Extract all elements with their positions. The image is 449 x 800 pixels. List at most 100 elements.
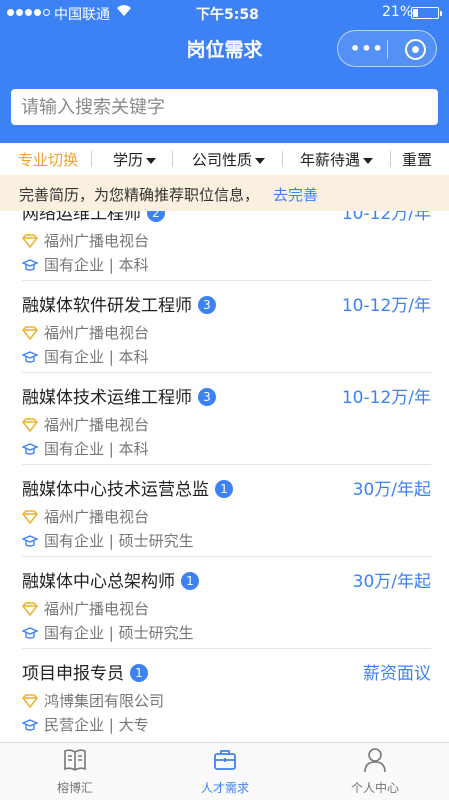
caret-down-icon	[363, 157, 374, 164]
openings-badge: 2	[147, 211, 165, 222]
job-item[interactable]: 融媒体软件研发工程师 3 10-12万/年 福州广播电视台 国有企业 | 本科	[0, 281, 449, 373]
filter-education[interactable]: 学历	[113, 149, 157, 170]
filter-divider	[172, 151, 173, 167]
openings-badge: 1	[181, 572, 199, 590]
job-company: 福州广播电视台	[44, 508, 150, 526]
graduation-cap-icon	[22, 627, 38, 639]
resume-notice: 完善简历，为您精确推荐职位信息， 去完善	[0, 175, 449, 211]
job-company: 福州广播电视台	[44, 324, 150, 342]
diamond-icon	[22, 418, 38, 432]
job-title: 融媒体中心技术运营总监	[22, 480, 209, 500]
job-list: 网络运维工程师 2 10-12万/年 福州广播电视台 国有企业 | 本科 融媒体软…	[0, 211, 449, 742]
job-title: 融媒体中心总架构师	[22, 572, 175, 592]
job-salary: 30万/年起	[352, 572, 431, 592]
more-menu-button[interactable]: •••	[350, 39, 384, 58]
job-company: 福州广播电视台	[44, 416, 150, 434]
job-salary: 30万/年起	[352, 480, 431, 500]
graduation-cap-icon	[22, 351, 38, 363]
job-meta-row: 国有企业 | 硕士研究生	[22, 622, 194, 643]
job-title: 项目申报专员	[22, 664, 124, 684]
tab-bar: 榕博汇 人才需求 个人中心	[0, 742, 449, 800]
openings-badge: 1	[130, 664, 148, 682]
job-company-row: 福州广播电视台	[22, 230, 149, 251]
diamond-icon	[22, 694, 38, 708]
tab-label: 个人中心	[350, 781, 399, 795]
filter-reset-button[interactable]: 重置	[402, 149, 432, 170]
job-item[interactable]: 项目申报专员 1 薪资面议 鸿博集团有限公司 民营企业 | 大专	[0, 649, 449, 741]
job-item[interactable]: 网络运维工程师 2 10-12万/年 福州广播电视台 国有企业 | 本科	[0, 211, 449, 281]
job-meta-row: 国有企业 | 硕士研究生	[22, 530, 194, 551]
wifi-icon	[117, 5, 131, 16]
job-company-row: 福州广播电视台	[22, 414, 149, 435]
diamond-icon	[22, 510, 38, 524]
status-bar: 中国联通 下午5:58 21%	[0, 0, 449, 26]
job-title-row: 融媒体技术运维工程师 3	[22, 383, 216, 408]
job-meta: 国有企业 | 硕士研究生	[44, 532, 194, 550]
job-meta: 国有企业 | 本科	[44, 256, 149, 274]
job-item[interactable]: 融媒体中心技术运营总监 1 30万/年起 福州广播电视台 国有企业 | 硕士研究生	[0, 465, 449, 557]
openings-badge: 1	[215, 480, 233, 498]
search-input[interactable]	[11, 89, 438, 125]
caret-down-icon	[146, 157, 157, 164]
job-company: 鸿博集团有限公司	[44, 692, 165, 710]
job-meta: 民营企业 | 大专	[44, 716, 149, 734]
filter-major[interactable]: 专业切换	[18, 149, 78, 170]
capsule-divider	[387, 40, 388, 59]
job-company-row: 福州广播电视台	[22, 322, 149, 343]
tab-talent-demand[interactable]: 人才需求	[150, 743, 300, 800]
complete-resume-link[interactable]: 去完善	[273, 184, 318, 205]
battery-icon	[411, 7, 442, 19]
tab-rongbohui[interactable]: 榕博汇	[0, 743, 150, 800]
job-title-row: 网络运维工程师 2	[22, 211, 165, 224]
job-meta-row: 民营企业 | 大专	[22, 714, 149, 735]
job-item[interactable]: 融媒体技术运维工程师 3 10-12万/年 福州广播电视台 国有企业 | 本科	[0, 373, 449, 465]
tab-label: 人才需求	[200, 781, 249, 795]
job-meta: 国有企业 | 硕士研究生	[44, 624, 194, 642]
filter-salary-label: 年薪待遇	[300, 151, 361, 169]
job-title: 融媒体软件研发工程师	[22, 296, 192, 316]
job-meta-row: 国有企业 | 本科	[22, 346, 149, 367]
job-salary: 10-12万/年	[341, 388, 431, 408]
graduation-cap-icon	[22, 259, 38, 271]
carrier-label: 中国联通	[54, 7, 110, 23]
job-meta: 国有企业 | 本科	[44, 440, 149, 458]
filter-company-type[interactable]: 公司性质	[192, 149, 266, 170]
job-company-row: 福州广播电视台	[22, 506, 149, 527]
signal-icon	[7, 9, 50, 16]
filter-education-label: 学历	[113, 151, 144, 169]
openings-badge: 3	[198, 388, 216, 406]
header: 中国联通 下午5:58 21% 岗位需求 •••	[0, 0, 449, 143]
tab-personal-center[interactable]: 个人中心	[300, 743, 449, 800]
filter-company-type-label: 公司性质	[192, 151, 253, 169]
job-company: 福州广播电视台	[44, 600, 150, 618]
close-mini-program-button[interactable]	[405, 39, 426, 60]
battery-percent: 21%	[382, 4, 414, 20]
job-title-row: 融媒体中心总架构师 1	[22, 567, 199, 592]
filter-divider	[282, 151, 283, 167]
diamond-icon	[22, 326, 38, 340]
job-salary: 薪资面议	[363, 664, 431, 684]
job-title-row: 融媒体中心技术运营总监 1	[22, 475, 233, 500]
diamond-icon	[22, 234, 38, 248]
job-title: 融媒体技术运维工程师	[22, 388, 192, 408]
notice-text: 完善简历，为您精确推荐职位信息，	[19, 186, 260, 204]
job-company-row: 鸿博集团有限公司	[22, 690, 164, 711]
job-salary: 10-12万/年	[341, 296, 431, 316]
graduation-cap-icon	[22, 535, 38, 547]
job-title-row: 融媒体软件研发工程师 3	[22, 291, 216, 316]
job-title-row: 项目申报专员 1	[22, 659, 148, 684]
open-book-icon	[64, 749, 86, 771]
tab-label: 榕博汇	[56, 781, 93, 795]
mini-program-capsule: •••	[337, 30, 437, 67]
job-meta-row: 国有企业 | 本科	[22, 254, 149, 275]
job-company-row: 福州广播电视台	[22, 598, 149, 619]
job-item[interactable]: 融媒体中心总架构师 1 30万/年起 福州广播电视台 国有企业 | 硕士研究生	[0, 557, 449, 649]
caret-down-icon	[255, 157, 266, 164]
filter-divider	[91, 151, 92, 167]
filter-salary[interactable]: 年薪待遇	[300, 149, 374, 170]
job-salary: 10-12万/年	[341, 211, 431, 224]
job-meta: 国有企业 | 本科	[44, 348, 149, 366]
job-meta-row: 国有企业 | 本科	[22, 438, 149, 459]
job-title: 网络运维工程师	[22, 211, 141, 224]
briefcase-icon	[214, 750, 236, 770]
